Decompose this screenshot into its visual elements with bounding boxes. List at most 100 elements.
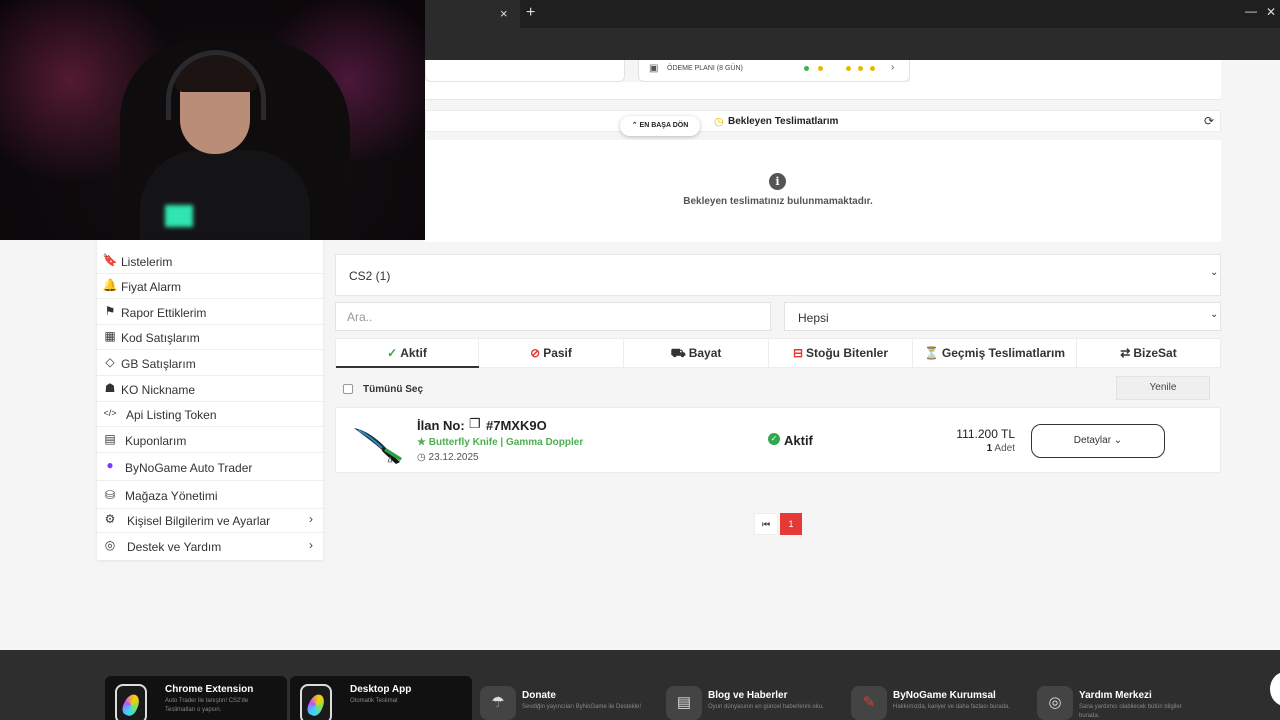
footer-item-title: Donate <box>522 690 556 701</box>
payment-plan-card[interactable]: ▣ ÖDEME PLANI (8 GÜN) › <box>638 60 910 82</box>
chevron-down-icon: ⌄ <box>1210 267 1219 278</box>
box-minus-icon: ⊟ <box>792 346 804 360</box>
select-all-checkbox[interactable] <box>343 384 353 394</box>
app-card-subtitle: Auto Trader ile tanıştın! CS2'de Teslima… <box>165 698 249 713</box>
payment-dot <box>804 66 809 71</box>
tab-aktif[interactable]: ✓ Aktif <box>336 339 479 368</box>
first-page-button[interactable]: ⏮ <box>754 513 778 535</box>
footer-corporate[interactable]: ✎ ByNoGame Kurumsal Hakkımızda, kariyer … <box>851 686 1021 720</box>
bynogame-logo-icon: ● <box>106 458 114 472</box>
bookmark-icon: 🔖 <box>102 253 118 267</box>
footer-item-subtitle: Hakkımızda, kariyer ve daha fazlası bura… <box>893 704 1011 710</box>
tab-pasif[interactable]: ⊘ Pasif <box>479 339 624 368</box>
select-all-row: Tümünü Seç Yenile <box>335 376 1221 404</box>
quantity-number: 1 <box>986 443 993 454</box>
sidebar-item-rapor-ettiklerim[interactable]: ⚑ Rapor Ettiklerim <box>97 300 323 325</box>
sidebar-item-kisisel-bilgilerim[interactable]: ⚙ Kişisel Bilgilerim ve Ayarlar › <box>97 508 323 533</box>
ban-icon: ⊘ <box>530 346 541 360</box>
sidebar-item-auto-trader[interactable]: ● ByNoGame Auto Trader <box>97 454 323 481</box>
sidebar-item-fiyat-alarm[interactable]: 🔔 Fiyat Alarm <box>97 274 323 299</box>
listing-status: Aktif <box>784 433 813 448</box>
coupon-icon: ▤ <box>104 432 116 446</box>
sidebar-item-label: Api Listing Token <box>126 408 217 422</box>
clock-icon: ◷ <box>417 452 429 463</box>
sidebar-item-magaza-yonetimi[interactable]: ⛁ Mağaza Yönetimi <box>97 482 323 509</box>
app-card-title: Desktop App <box>350 684 412 695</box>
clock-icon: ◷ <box>714 116 724 128</box>
info-icon: i <box>769 173 786 190</box>
payment-dot <box>846 66 851 71</box>
tab-gecmis-teslimatlarim[interactable]: ⏳ Geçmiş Teslimatlarım <box>913 339 1077 368</box>
sidebar-item-gb-satislarim[interactable]: ◇ GB Satışlarım <box>97 351 323 376</box>
footer-item-subtitle: Sana yardımcı olabilecek bütün bilgiler … <box>1079 704 1182 719</box>
chevron-right-icon: › <box>309 538 313 552</box>
chevron-right-icon[interactable]: › <box>891 62 894 73</box>
top-card <box>425 60 625 82</box>
sidebar-item-ko-nickname[interactable]: ☗ KO Nickname <box>97 377 323 402</box>
feather-icon: ✎ <box>851 686 887 720</box>
page-1-button[interactable]: 1 <box>780 513 802 535</box>
sidebar-item-api-listing-token[interactable]: </> Api Listing Token <box>97 402 323 427</box>
game-select[interactable]: CS2 (1) ⌄ <box>335 254 1221 296</box>
top-panel <box>425 82 910 100</box>
listing-date-value: 23.12.2025 <box>428 452 479 463</box>
code-icon: </> <box>103 408 117 418</box>
game-select-value: CS2 (1) <box>349 269 391 283</box>
sidebar-item-label: ByNoGame Auto Trader <box>125 461 253 475</box>
footer-donate[interactable]: ☂ Donate Sevdiğin yayıncıları ByNoGame i… <box>480 686 650 720</box>
active-tab-indicator <box>336 366 479 368</box>
footer-item-subtitle: Oyun dünyasının en güncel haberlerini ok… <box>708 704 824 710</box>
app-card-subtitle: Otomatik Teslimat <box>350 698 398 704</box>
webcam-overlay <box>0 0 425 240</box>
copy-icon[interactable]: ❐ <box>469 416 481 432</box>
refresh-button[interactable]: Yenile <box>1116 376 1210 400</box>
footer-item-subtitle: Sevdiğin yayıncıları ByNoGame ile Destek… <box>522 704 642 710</box>
tab-close-icon[interactable]: × <box>500 6 508 21</box>
listing-number-label: İlan No: <box>417 418 465 433</box>
tab-label: Geçmiş Teslimatlarım <box>941 346 1066 360</box>
sidebar-item-kod-satislarim[interactable]: ▦ Kod Satışlarım <box>97 325 323 350</box>
check-circle-icon: ✓ <box>387 346 398 360</box>
footer-blog[interactable]: ▤ Blog ve Haberler Oyun dünyasının en gü… <box>666 686 836 720</box>
back-to-top-button[interactable]: ⌃ EN BAŞA DÖN <box>620 116 700 136</box>
tab-bayat[interactable]: ⛟ Bayat <box>624 339 769 368</box>
code-card-icon: ▦ <box>104 329 116 343</box>
user-settings-icon: ⚙ <box>104 512 116 526</box>
refresh-icon[interactable]: ⟳ <box>1204 114 1214 128</box>
minimize-icon[interactable]: — <box>1245 4 1257 18</box>
sidebar-item-listelerim[interactable]: 🔖 Listelerim <box>97 249 323 274</box>
footer-item-title: ByNoGame Kurumsal <box>893 690 996 701</box>
sidebar-item-label: GB Satışlarım <box>121 357 196 371</box>
butterfly-knife-image[interactable] <box>350 418 406 466</box>
tab-label: Bayat <box>688 346 722 360</box>
sidebar-item-label: Fiyat Alarm <box>121 280 182 294</box>
window-close-icon[interactable]: ✕ <box>1266 5 1276 19</box>
tab-bizesat[interactable]: ⇄ BizeSat <box>1077 339 1220 368</box>
tab-stogu-bitenler[interactable]: ⊟ Stoğu Bitenler <box>769 339 913 368</box>
search-input[interactable] <box>335 302 771 331</box>
sidebar-item-label: Rapor Ettiklerim <box>121 306 207 320</box>
calendar-icon: ▣ <box>649 63 659 74</box>
handshake-icon: ⇄ <box>1120 346 1131 360</box>
bynogame-logo-icon <box>115 684 147 720</box>
item-name[interactable]: ★ Butterfly Knife | Gamma Doppler <box>417 437 583 448</box>
chrome-extension-card[interactable]: Chrome Extension Auto Trader ile tanıştı… <box>105 676 287 720</box>
status-filter-select[interactable]: Hepsi ⌄ <box>784 302 1221 331</box>
listing-row: İlan No: ❐ #7MXK9O ★ Butterfly Knife | G… <box>335 407 1221 473</box>
sidebar-item-label: Kişisel Bilgilerim ve Ayarlar <box>127 514 271 528</box>
news-icon: ▤ <box>666 686 702 720</box>
truck-icon: ⛟ <box>670 346 686 360</box>
flag-icon: ⚑ <box>104 304 116 318</box>
sidebar-item-label: Mağaza Yönetimi <box>125 489 218 503</box>
new-tab-icon[interactable]: + <box>526 4 535 22</box>
sidebar-item-kuponlarim[interactable]: ▤ Kuponlarım <box>97 428 323 453</box>
payment-dot <box>818 66 823 71</box>
listing-number: #7MXK9O <box>486 418 547 433</box>
chevron-right-icon: › <box>309 512 313 526</box>
bell-icon: 🔔 <box>102 278 118 292</box>
sidebar-item-destek-ve-yardim[interactable]: ◎ Destek ve Yardım › <box>97 534 323 559</box>
footer-help-center[interactable]: ◎ Yardım Merkezi Sana yardımcı olabilece… <box>1037 686 1207 720</box>
details-button[interactable]: Detaylar ⌄ <box>1031 424 1165 458</box>
desktop-app-card[interactable]: Desktop App Otomatik Teslimat <box>290 676 472 720</box>
sidebar-item-label: Destek ve Yardım <box>127 540 222 554</box>
